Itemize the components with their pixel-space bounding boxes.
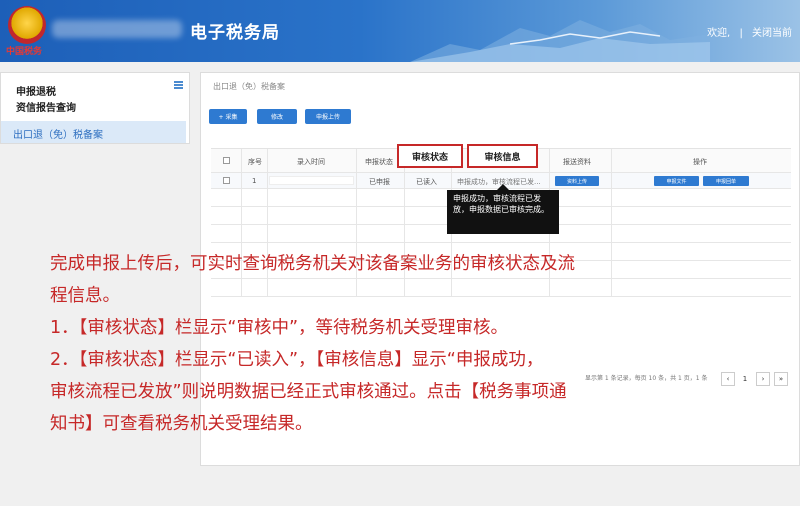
docs-upload-button[interactable]: 资料上传	[555, 176, 599, 186]
col-actions: 操作	[693, 158, 707, 166]
sidebar: 申报退税 资信报告查询 出口退（免）税备案	[0, 72, 190, 144]
site-title: 电子税务局	[190, 23, 280, 43]
sidebar-item-declare-refund[interactable]: 申报退税	[16, 83, 56, 98]
header-separator: |	[739, 28, 743, 39]
tax-emblem-icon	[8, 6, 46, 44]
instruction-note: 完成申报上传后，可实时查询税务机关对该备案业务的审核状态及流 程信息。 1．【审…	[50, 248, 750, 440]
sidebar-item-credit-report[interactable]: 资信报告查询	[16, 99, 76, 114]
col-declare-status: 申报状态	[365, 158, 393, 166]
select-all-checkbox[interactable]	[223, 157, 230, 164]
row-checkbox[interactable]	[223, 177, 230, 184]
note-line: 知书】可查看税务机关受理结果。	[50, 414, 313, 434]
blurred-bureau-name	[52, 20, 182, 38]
declare-file-button[interactable]: 申报文件	[654, 176, 699, 186]
welcome-label: 欢迎,	[707, 28, 731, 39]
last-page-button[interactable]: »	[774, 372, 788, 386]
note-line: 2．【审核状态】栏显示“已读入”，【审核信息】显示“申报成功，	[50, 350, 544, 370]
row-index: 1	[252, 177, 257, 185]
row-audit-status: 已读入	[416, 178, 437, 186]
note-line: 审核流程已发放”则说明数据已经正式审核通过。点击【税务事项通	[50, 382, 567, 402]
header-bar: 中国税务 电子税务局 欢迎, | 关闭当前	[0, 0, 800, 62]
col-submitted-docs: 报送资料	[563, 158, 591, 166]
declare-receipt-button[interactable]: 申报回单	[703, 176, 749, 186]
close-current-link[interactable]: 关闭当前	[752, 28, 792, 39]
col-entry-time: 录入时间	[297, 158, 325, 166]
great-wall-banner	[410, 20, 710, 62]
note-line: 完成申报上传后，可实时查询税务机关对该备案业务的审核状态及流	[50, 254, 575, 274]
breadcrumb: 出口退（免）税备案	[213, 82, 285, 91]
emblem-text: 中国税务	[6, 47, 43, 57]
col-index: 序号	[248, 158, 262, 166]
note-line: 程信息。	[50, 286, 120, 306]
edit-button[interactable]: 修改	[257, 109, 297, 124]
menu-toggle-icon[interactable]	[174, 81, 183, 89]
sidebar-active-label: 出口退（免）税备案	[13, 130, 103, 141]
next-page-button[interactable]: ›	[756, 372, 770, 386]
header-links: 欢迎, | 关闭当前	[701, 24, 792, 39]
collect-button[interactable]: + 采集	[209, 109, 247, 124]
note-line: 1．【审核状态】栏显示“审核中”，等待税务机关受理审核。	[50, 318, 509, 338]
col-audit-info-highlight: 审核信息	[467, 144, 538, 168]
row-declare-status: 已申报	[369, 178, 390, 186]
sidebar-item-export-filing[interactable]: 出口退（免）税备案	[1, 121, 186, 143]
entry-time-value	[269, 176, 354, 185]
audit-info-tooltip: 申报成功，审核流程已发放，申报数据已审核完成。	[447, 184, 559, 234]
col-audit-status-highlight: 审核状态	[397, 144, 463, 168]
upload-declare-button[interactable]: 申报上传	[305, 109, 351, 124]
